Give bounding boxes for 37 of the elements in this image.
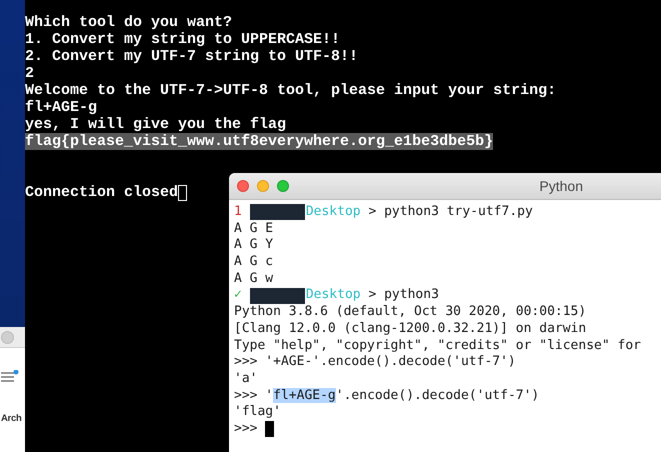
terminal-line: Connection closed <box>25 184 178 201</box>
window-label: Arch <box>1 413 22 424</box>
console-line: [Clang 12.0.0 (clang-1200.0.32.21)] on darwin <box>234 320 586 338</box>
terminal-line: 1. Convert my string to UPPERCASE!! <box>25 31 340 48</box>
status-mark: ✓ <box>234 287 242 304</box>
console-line: A G c <box>234 254 274 271</box>
console-line: >>> 'fl+AGE-g'.encode().decode('utf-7') <box>234 388 540 404</box>
terminal-line: 2. Convert my UTF-7 string to UTF-8!! <box>25 48 358 65</box>
terminal-line: Which tool do you want? <box>25 14 232 31</box>
status-mark: 1 <box>234 204 242 221</box>
terminal-line: Welcome to the UTF-7->UTF-8 tool, please input your string: <box>25 82 556 99</box>
console-line: A G Y <box>234 237 274 254</box>
cursor-icon <box>265 421 274 438</box>
terminal-line: fl+AGE-g <box>25 99 98 116</box>
repl-prompt: >>> <box>234 420 258 438</box>
close-button[interactable] <box>237 180 249 192</box>
directory-name: Desktop <box>306 287 361 304</box>
terminal-line: yes, I will give you the flag <box>25 116 286 133</box>
directory-name: Desktop <box>306 204 361 221</box>
shell-command: > python3 <box>367 287 439 304</box>
minimize-button[interactable] <box>257 180 269 192</box>
redacted-block <box>250 204 305 220</box>
menu-icon[interactable] <box>1 370 19 383</box>
zoom-button[interactable] <box>277 180 289 192</box>
window-control-icon[interactable] <box>1 330 14 344</box>
console-line: A G E <box>234 220 274 238</box>
console-line: Type "help", "copyright", "credits" or "license" for <box>234 338 641 354</box>
console-line: >>> '+AGE-'.encode().decode('utf-7') <box>234 354 516 371</box>
redacted-block <box>250 288 305 304</box>
shell-command: > python3 try-utf7.py <box>367 204 533 221</box>
console-line: Python 3.8.6 (default, Oct 30 2020, 00:00:15) <box>234 304 586 321</box>
window-title: Python <box>539 178 583 194</box>
cursor-icon <box>178 184 188 200</box>
console-line: 'a' <box>234 370 258 388</box>
console-line: A G w <box>234 270 274 288</box>
terminal-line: 2 <box>25 65 34 82</box>
console-line: 'flag' <box>234 404 281 421</box>
